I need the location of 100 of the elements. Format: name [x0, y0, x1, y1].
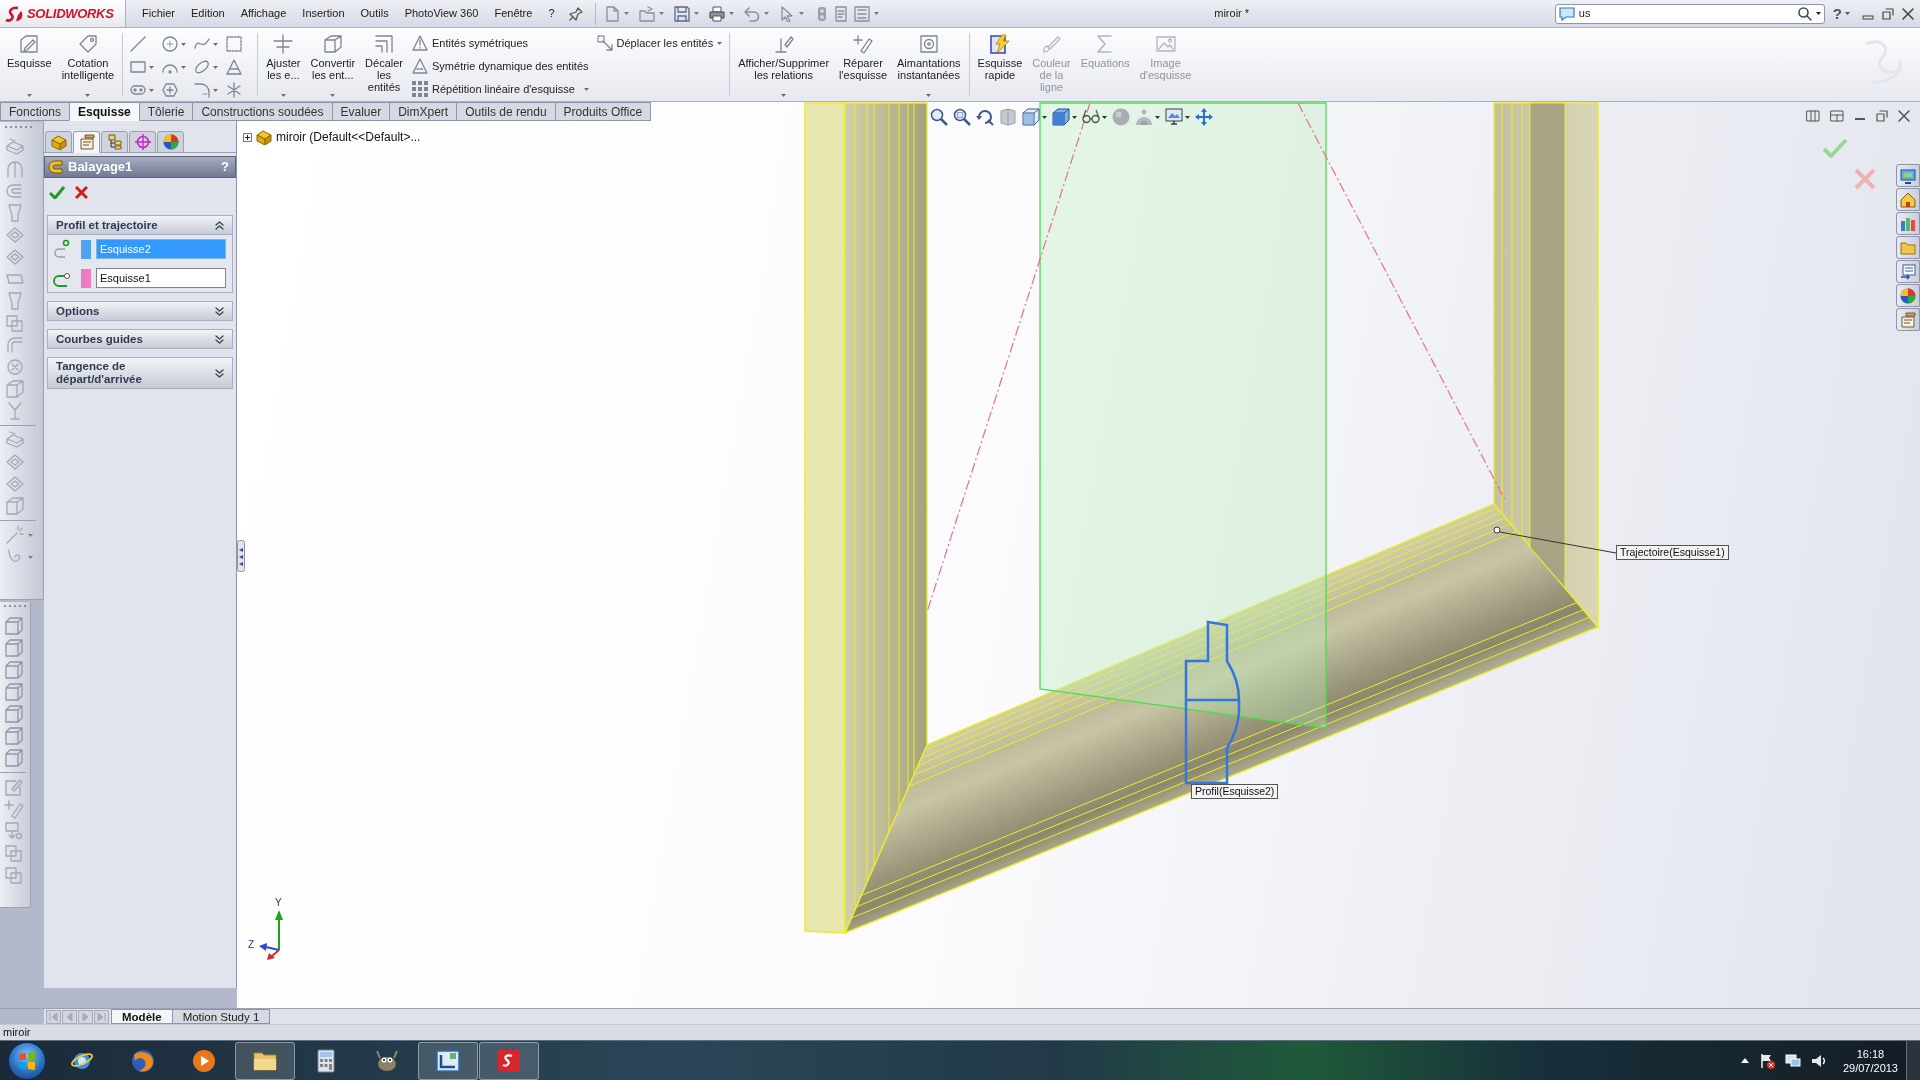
expand-icon[interactable] [243, 132, 252, 142]
task-pane-tab[interactable] [1896, 212, 1920, 235]
cube-icon[interactable] [4, 682, 24, 702]
ribbon-tab[interactable]: Constructions soudées [192, 102, 333, 121]
network-icon[interactable] [1784, 1052, 1801, 1069]
checkmark-icon[interactable] [1822, 138, 1848, 158]
square-arrow-icon[interactable] [4, 821, 24, 841]
ribbon-button[interactable]: Répétition linéaire d'esquisse [412, 79, 589, 99]
ribbon-tab[interactable]: DimXpert [389, 102, 458, 121]
menu-item[interactable]: Edition [183, 0, 233, 27]
menu-item[interactable]: ? [540, 0, 563, 27]
pipe-icon[interactable] [5, 335, 25, 355]
plus-pencil-icon[interactable] [4, 799, 24, 819]
circle-icon[interactable] [162, 36, 179, 52]
ribbon-button[interactable]: Réparer l'esquisse [834, 28, 892, 101]
ok-button[interactable] [49, 185, 65, 199]
dome-icon[interactable] [1135, 108, 1153, 126]
funnel-icon[interactable] [5, 203, 25, 223]
tile-icon[interactable] [1806, 110, 1820, 122]
ribbon-button[interactable]: Aimantations instantanées [892, 28, 966, 101]
manager-tab[interactable] [45, 131, 72, 153]
ribbon-button[interactable]: Esquisse [2, 28, 57, 101]
ribbon-button[interactable]: Cotation intelligente [56, 28, 120, 101]
arch-icon[interactable] [5, 159, 25, 179]
first-arrow-icon[interactable] [46, 1009, 61, 1024]
book-icon[interactable] [999, 108, 1017, 126]
ribbon-button[interactable]: Symétrie dynamique des entités [412, 56, 589, 76]
cube-icon[interactable] [1022, 108, 1040, 126]
diamond-icon[interactable] [5, 247, 25, 267]
document-lines-icon[interactable] [833, 5, 850, 22]
search-field[interactable]: us [1554, 3, 1825, 24]
open-folder-icon[interactable] [638, 5, 655, 22]
monitor-icon[interactable] [1165, 108, 1183, 126]
pointer-icon[interactable] [778, 5, 795, 22]
cross-circle-icon[interactable] [5, 357, 25, 377]
section-header[interactable]: Courbes guides [47, 329, 233, 349]
ribbon-tab[interactable]: Tôlerie [138, 102, 194, 121]
slot-icon[interactable] [130, 82, 147, 98]
undo-icon[interactable] [743, 5, 760, 22]
dotted-square-icon[interactable] [226, 36, 243, 52]
printer-icon[interactable] [708, 5, 725, 22]
ribbon-button[interactable]: Ajuster les e... [261, 28, 306, 101]
model-tab[interactable]: Motion Study 1 [171, 1009, 271, 1024]
section-header[interactable]: Tangence de départ/d'arrivée [47, 357, 233, 389]
magnifier-box-icon[interactable] [953, 108, 971, 126]
close-icon[interactable] [1898, 110, 1910, 122]
ribbon-button[interactable]: Décaler les entités [360, 28, 408, 101]
ribbon-tab[interactable]: Fonctions [0, 102, 71, 121]
menu-item[interactable]: Affichage [232, 0, 295, 27]
menu-item[interactable]: Outils [352, 0, 397, 27]
arrow-block-icon[interactable] [5, 137, 25, 157]
taskbar-button[interactable] [235, 1041, 295, 1080]
help-button[interactable]: ? [1832, 6, 1842, 21]
line-icon[interactable] [130, 36, 147, 52]
taskbar-button[interactable] [418, 1041, 478, 1080]
manager-tab[interactable] [129, 131, 156, 153]
asterisk-icon[interactable] [226, 82, 243, 98]
tree-item[interactable]: miroir (Default<<Default>... [276, 128, 421, 146]
hexagon-icon[interactable] [162, 82, 179, 98]
flag-alert-icon[interactable] [1758, 1052, 1775, 1069]
rectangle-icon[interactable] [130, 59, 147, 75]
start-button[interactable] [8, 1041, 46, 1080]
menu-item[interactable]: Insertion [294, 0, 353, 27]
cube-icon[interactable] [4, 616, 24, 636]
box-icon[interactable] [5, 496, 25, 516]
stacked-squares-icon[interactable] [5, 313, 25, 333]
task-pane-tab[interactable] [1896, 164, 1920, 187]
ellipse-icon[interactable] [194, 59, 211, 75]
selection-field[interactable]: Esquisse1 [96, 268, 226, 288]
section-header[interactable]: Options [47, 301, 233, 321]
new-document-icon[interactable] [603, 5, 620, 22]
ribbon-button[interactable]: Déplacer les entités [596, 33, 723, 53]
manager-tab[interactable] [73, 131, 100, 153]
cube-icon[interactable] [4, 704, 24, 724]
magnifier-icon[interactable] [930, 108, 948, 126]
ribbon-tab[interactable]: Produits Office [554, 102, 652, 121]
tile-icon[interactable] [1830, 110, 1844, 122]
sphere-icon[interactable] [1112, 108, 1130, 126]
list-icon[interactable] [853, 5, 870, 22]
shaded-cube-icon[interactable] [1052, 108, 1070, 126]
last-arrow-icon[interactable] [94, 1009, 109, 1024]
ribbon-button[interactable]: Esquisse rapide [972, 28, 1028, 101]
task-pane-tab[interactable] [1896, 284, 1920, 307]
fillet-icon[interactable] [194, 82, 211, 98]
model-tab[interactable]: Modèle [111, 1009, 173, 1024]
diamond-icon[interactable] [5, 452, 25, 472]
ribbon-tab[interactable]: Outils de rendu [456, 102, 556, 121]
wand-icon[interactable] [5, 525, 25, 545]
task-pane-tab[interactable] [1896, 188, 1920, 211]
ribbon-button[interactable]: Afficher/Supprimer les relations [733, 28, 835, 101]
close-icon[interactable] [1902, 7, 1914, 20]
funnel-icon[interactable] [5, 291, 25, 311]
restore-icon[interactable] [1882, 7, 1894, 20]
cube-icon[interactable] [4, 726, 24, 746]
diamond-icon[interactable] [5, 225, 25, 245]
ribbon-tab[interactable]: Evaluer [331, 102, 391, 121]
volume-icon[interactable] [1810, 1052, 1827, 1069]
restore-icon[interactable] [1876, 110, 1888, 122]
task-pane-tab[interactable] [1896, 260, 1920, 283]
show-desktop-button[interactable] [1906, 1041, 1920, 1080]
